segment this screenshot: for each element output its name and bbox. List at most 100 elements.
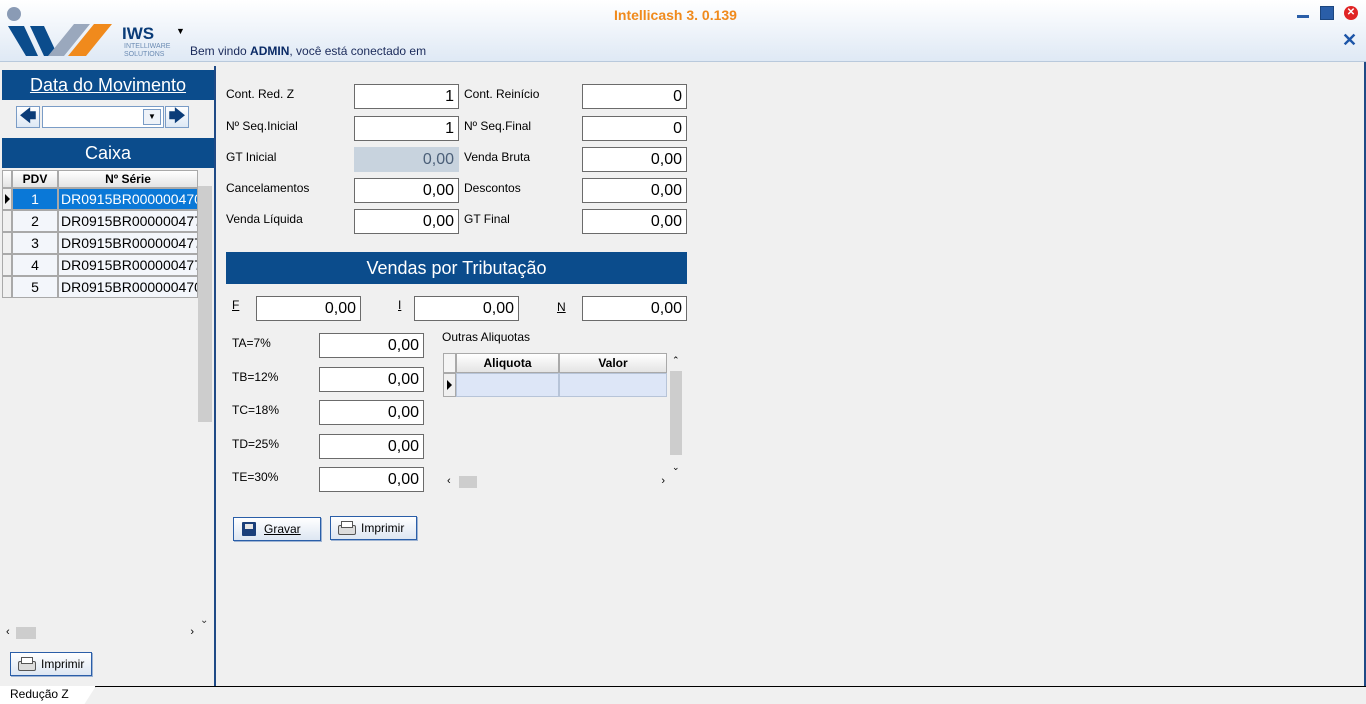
next-date-button[interactable]: 🡆 xyxy=(165,106,189,128)
n-field[interactable]: 0,00 xyxy=(582,296,687,321)
caixa-horizontal-scrollbar[interactable]: ‹ › xyxy=(2,626,198,640)
outras-aliquotas-grid[interactable]: Aliquota Valor ⌃ ⌄ ‹ › xyxy=(443,353,685,491)
venda-bruta-label: Venda Bruta xyxy=(464,150,531,164)
table-row[interactable]: 3 DR0915BR000000477 xyxy=(2,232,198,254)
cancelamentos-field[interactable]: 0,00 xyxy=(354,178,459,203)
cont-reinicio-field[interactable]: 0 xyxy=(582,84,687,109)
venda-liquida-field[interactable]: 0,00 xyxy=(354,209,459,234)
caixa-vertical-scrollbar[interactable]: ⌄ xyxy=(198,186,212,626)
aliquotas-horizontal-scrollbar[interactable]: ‹ › xyxy=(443,474,669,490)
cell-pdv[interactable]: 1 xyxy=(12,188,58,210)
column-header-pdv[interactable]: PDV xyxy=(12,170,58,188)
aliquotas-vertical-scrollbar[interactable]: ⌃ ⌄ xyxy=(668,353,684,473)
prev-date-button[interactable]: 🡄 xyxy=(16,106,40,128)
tab-reducao-z[interactable]: Redução Z xyxy=(0,686,96,704)
f-field[interactable]: 0,00 xyxy=(256,296,361,321)
outras-aliquotas-label: Outras Aliquotas xyxy=(442,330,531,344)
vendas-tributacao-title: Vendas por Tributação xyxy=(226,252,687,284)
cell-aliquota[interactable] xyxy=(456,373,559,397)
imprimir-caixa-button[interactable]: Imprimir xyxy=(10,652,92,676)
chevron-down-icon[interactable]: ⌄ xyxy=(672,462,680,473)
cell-serie[interactable]: DR0915BR000000477 xyxy=(58,210,198,232)
button-label: Imprimir xyxy=(361,521,405,535)
seq-inicial-field[interactable]: 1 xyxy=(354,116,459,141)
maximize-button[interactable] xyxy=(1320,6,1334,20)
te-field[interactable]: 0,00 xyxy=(319,467,424,492)
chevron-down-icon[interactable]: ⌄ xyxy=(200,615,208,626)
date-select[interactable]: ▼ xyxy=(42,106,164,128)
venda-bruta-field[interactable]: 0,00 xyxy=(582,147,687,172)
cell-pdv[interactable]: 5 xyxy=(12,276,58,298)
cont-red-z-field[interactable]: 1 xyxy=(354,84,459,109)
save-icon xyxy=(240,522,258,536)
cont-red-z-label: Cont. Red. Z xyxy=(226,87,295,101)
cell-pdv[interactable]: 2 xyxy=(12,210,58,232)
scrollbar-thumb[interactable] xyxy=(459,476,477,488)
gravar-button[interactable]: Gravar xyxy=(233,517,321,541)
close-form-icon[interactable]: ✕ xyxy=(1342,30,1357,51)
cell-serie[interactable]: DR0915BR000000470 xyxy=(58,188,198,210)
tb-field[interactable]: 0,00 xyxy=(319,367,424,392)
cell-serie[interactable]: DR0915BR000000470 xyxy=(58,276,198,298)
te-label: TE=30% xyxy=(232,470,279,484)
caixa-title: Caixa xyxy=(2,138,214,168)
cell-serie[interactable]: DR0915BR000000477 xyxy=(58,254,198,276)
chevron-up-icon[interactable]: ⌃ xyxy=(672,355,680,366)
header-indicator xyxy=(2,170,12,188)
data-movimento-title: Data do Movimento xyxy=(2,70,214,100)
caixa-grid[interactable]: PDV Nº Série 1 DR0915BR000000470 2 DR091… xyxy=(2,170,198,624)
tc-field[interactable]: 0,00 xyxy=(319,400,424,425)
tc-label: TC=18% xyxy=(232,403,280,417)
chevron-left-icon[interactable]: ‹ xyxy=(447,475,451,487)
minimize-button[interactable] xyxy=(1296,6,1310,20)
button-label: Imprimir xyxy=(41,657,85,671)
table-row[interactable]: 2 DR0915BR000000477 xyxy=(2,210,198,232)
cell-pdv[interactable]: 4 xyxy=(12,254,58,276)
chevron-right-icon[interactable]: › xyxy=(190,626,194,638)
iws-logo-icon xyxy=(7,7,112,56)
row-indicator xyxy=(2,254,12,276)
printer-icon xyxy=(337,521,356,535)
table-row[interactable]: 1 DR0915BR000000470 xyxy=(2,188,198,210)
cell-pdv[interactable]: 3 xyxy=(12,232,58,254)
column-header-serie[interactable]: Nº Série xyxy=(58,170,198,188)
arrow-left-icon: 🡄 xyxy=(19,108,37,125)
close-app-button[interactable]: ✕ xyxy=(1344,6,1358,20)
ta-field[interactable]: 0,00 xyxy=(319,333,424,358)
cell-valor[interactable] xyxy=(559,373,667,397)
gt-inicial-field: 0,00 xyxy=(354,147,459,172)
menu-caret-icon[interactable]: ▼ xyxy=(176,26,185,36)
cancelamentos-label: Cancelamentos xyxy=(226,181,310,195)
imprimir-button[interactable]: Imprimir xyxy=(330,516,417,540)
gt-final-field[interactable]: 0,00 xyxy=(582,209,687,234)
scrollbar-thumb[interactable] xyxy=(198,186,212,422)
cont-reinicio-label: Cont. Reinício xyxy=(464,87,540,101)
row-indicator xyxy=(2,188,12,210)
gt-inicial-label: GT Inicial xyxy=(226,150,277,164)
ta-label: TA=7% xyxy=(232,336,271,350)
i-label: I xyxy=(398,298,402,312)
i-field[interactable]: 0,00 xyxy=(414,296,519,321)
column-header-valor[interactable]: Valor xyxy=(559,353,667,373)
descontos-label: Descontos xyxy=(464,181,521,195)
scrollbar-thumb[interactable] xyxy=(670,371,682,455)
descontos-field[interactable]: 0,00 xyxy=(582,178,687,203)
chevron-right-icon[interactable]: › xyxy=(661,475,665,487)
table-row[interactable]: 4 DR0915BR000000477 xyxy=(2,254,198,276)
chevron-down-icon[interactable]: ▼ xyxy=(143,109,161,125)
row-indicator xyxy=(2,232,12,254)
chevron-left-icon[interactable]: ‹ xyxy=(6,626,10,638)
scrollbar-thumb[interactable] xyxy=(16,627,36,639)
seq-final-field[interactable]: 0 xyxy=(582,116,687,141)
header-indicator xyxy=(443,353,456,373)
table-row[interactable] xyxy=(443,373,667,397)
seq-final-label: Nº Seq.Final xyxy=(464,119,532,133)
left-panel: Data do Movimento 🡄 ▼ 🡆 Caixa PDV Nº Sér… xyxy=(0,66,216,686)
welcome-message: Bem vindo ADMIN, você está conectado em xyxy=(190,44,427,58)
column-header-aliquota[interactable]: Aliquota xyxy=(456,353,559,373)
cell-serie[interactable]: DR0915BR000000477 xyxy=(58,232,198,254)
printer-icon xyxy=(17,657,36,671)
logo-subtext: INTELLIWARE SOLUTIONS xyxy=(124,43,171,58)
table-row[interactable]: 5 DR0915BR000000470 xyxy=(2,276,198,298)
td-field[interactable]: 0,00 xyxy=(319,434,424,459)
